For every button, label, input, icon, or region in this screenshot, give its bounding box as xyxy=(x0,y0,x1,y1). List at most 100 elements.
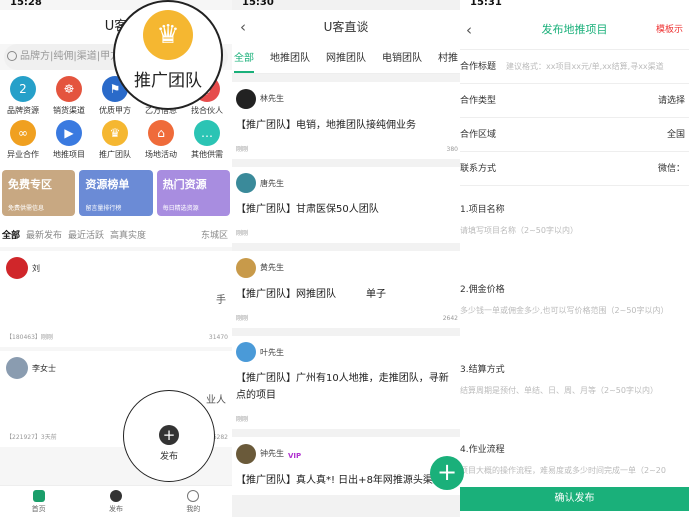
publish-form-screen: 15:31 ‹ 发布地推项目 模板示 合作标题 建议格式：xx项目xx元/单,xx… xyxy=(460,0,689,517)
feed-tabs: 全部 最新发布 最近活跃 高真实度 东城区 xyxy=(0,222,232,247)
tab-publish-label: 发布 xyxy=(108,505,123,513)
field-value: 请选择 xyxy=(657,96,685,106)
category-item[interactable]: ☸ 销货渠道 xyxy=(46,76,92,120)
search-icon xyxy=(7,51,17,61)
form-sections: 1.项目名称 请填写项目名称（2~50字以内） 2.佣金价格 多少钱一单或佣金多少,也… xyxy=(460,186,689,506)
tab-3[interactable]: 电销团队 xyxy=(382,44,422,73)
section-placeholder: 多少钱一单或佣金多少,也可以写价格范围（2~50字以内） xyxy=(460,306,669,315)
header: ‹ U客直谈 xyxy=(232,10,460,44)
category-item[interactable]: ⌂ 场地活动 xyxy=(138,120,184,164)
form-row[interactable]: 合作区域 全国 xyxy=(460,118,689,152)
poster-name: 李女士 xyxy=(32,363,56,373)
avatar xyxy=(236,443,256,464)
plus-icon: + xyxy=(159,425,179,445)
form-row[interactable]: 合作类型 请选择 xyxy=(460,84,689,118)
card-text: 手 xyxy=(216,295,226,306)
home-screen: 15:28 U客 品牌方|纯佣|渠道|甲方|广 2品牌资源☸销货渠道⚑优质甲方☺… xyxy=(0,0,232,517)
category-item[interactable]: ∞ 异业合作 xyxy=(0,120,46,164)
section-title: 1.项目名称 xyxy=(460,205,505,215)
vip-badge: VIP xyxy=(288,452,302,460)
category-item[interactable]: ▶ 地推项目 xyxy=(46,120,92,164)
status-time: 15:31 xyxy=(470,0,502,8)
category-tabs: 全部 地推团队 网推团队 电销团队 村推 xyxy=(232,44,460,74)
post-card[interactable]: 唐先生 【推广团队】甘肃医保50人团队 刚刚 xyxy=(232,166,460,243)
tab-home[interactable]: 首页 xyxy=(0,486,77,517)
home-icon xyxy=(32,490,45,502)
bottom-tab-bar: 首页 发布 我的 xyxy=(0,485,232,517)
poster-name: 钟先生 xyxy=(260,449,284,458)
status-time: 15:28 xyxy=(10,0,42,8)
tab-publish[interactable]: 发布 xyxy=(77,486,154,517)
category-item[interactable]: ♛ 推广团队 xyxy=(92,120,138,164)
avatar xyxy=(236,342,256,362)
back-icon[interactable]: ‹ xyxy=(240,10,246,44)
tab-1[interactable]: 地推团队 xyxy=(270,44,310,73)
category-icon: ⌂ xyxy=(148,120,174,146)
chat-list-screen: 15:30 ‹ U客直谈 全部 地推团队 网推团队 电销团队 村推 林先生 【推广团队】电… xyxy=(232,0,460,517)
view-count: 380 xyxy=(446,145,458,153)
callout-label: 推广团队 xyxy=(134,71,202,91)
feed-tab[interactable]: 高真实度 xyxy=(110,228,146,241)
banner-card[interactable]: 热门资源 每日精选资源 xyxy=(156,170,230,216)
field-label: 合作区域 xyxy=(460,130,497,140)
section-title: 2.佣金价格 xyxy=(460,285,505,295)
section-title: 3.结算方式 xyxy=(460,365,505,375)
post-title: 【推广团队】真人真*! 日出+8年网推源头渠道 xyxy=(236,474,443,486)
banner-title: 免费专区 xyxy=(8,178,52,191)
status-bar: 15:30 xyxy=(232,0,460,10)
category-label: 找合伙人 xyxy=(191,106,223,115)
tab-2[interactable]: 网推团队 xyxy=(326,44,366,73)
avatar xyxy=(6,357,28,379)
feed-tab[interactable]: 最新发布 xyxy=(26,228,62,241)
field-label: 合作标题 xyxy=(460,62,497,72)
post-card[interactable]: 叶先生 【推广团队】广州有10人地推，走推团队，寻新点的项目 刚刚 xyxy=(232,335,460,429)
feed-tab[interactable]: 最近活跃 xyxy=(68,228,104,241)
post-card[interactable]: 黄先生 【推广团队】网推团队 单子 刚刚 2642 xyxy=(232,251,460,328)
card-id: 【180463】刚刚 xyxy=(6,334,53,341)
view-count: 2642 xyxy=(442,314,458,322)
card-id: 【221927】3天前 xyxy=(6,434,57,441)
add-post-button[interactable]: + xyxy=(430,456,464,490)
status-bar: 15:31 xyxy=(460,0,689,10)
post-card[interactable]: 林先生 【推广团队】电销，地推团队接纯佣业务 刚刚 380 xyxy=(232,82,460,159)
promo-team-zoom-callout[interactable]: ♛ 推广团队 xyxy=(113,0,223,110)
tab-4[interactable]: 村推 xyxy=(438,44,458,73)
poster-name: 林先生 xyxy=(260,94,284,103)
feed-card[interactable]: 刘手【180463】刚刚 31470 xyxy=(0,251,232,347)
poster-name: 黄先生 xyxy=(260,263,284,272)
submit-button[interactable]: 确认发布 xyxy=(460,487,689,511)
category-item[interactable]: 2 品牌资源 xyxy=(0,76,46,120)
avatar xyxy=(6,257,28,279)
tab-me[interactable]: 我的 xyxy=(155,486,232,517)
template-link[interactable]: 模板示 xyxy=(656,10,683,50)
form-section[interactable]: 3.结算方式 结算周期是预付、单结、日、周、月等（2~50字以内） xyxy=(460,346,689,426)
plus-icon xyxy=(109,490,122,502)
category-label: 推广团队 xyxy=(99,150,131,159)
post-card[interactable]: 钟先生 VIP 【推广团队】真人真*! 日出+8年网推源头渠道 xyxy=(232,437,460,495)
banner-card[interactable]: 资源榜单 留言量排行榜 xyxy=(79,170,153,216)
category-icon: 2 xyxy=(10,76,36,102)
banner-subtitle: 免费供需信息 xyxy=(8,205,45,212)
form-section[interactable]: 2.佣金价格多少钱一单或佣金多少,也可以写价格范围（2~50字以内） xyxy=(460,266,689,346)
banner-card[interactable]: 免费专区免费供需信息 xyxy=(2,170,76,216)
publish-zoom-callout[interactable]: + 发布 xyxy=(123,390,215,482)
region-filter[interactable]: 东城区 xyxy=(201,228,228,241)
status-time: 15:30 xyxy=(242,0,274,8)
field-placeholder: 建议格式：xx项目xx元/单,xx结算,寻xx渠道 xyxy=(506,62,664,71)
form-row[interactable]: 合作标题 建议格式：xx项目xx元/单,xx结算,寻xx渠道 xyxy=(460,50,689,84)
section-placeholder: 项目大概的操作流程，难易度或多少时间完成一单（2~20 xyxy=(460,466,666,475)
page-title: U客直谈 xyxy=(323,20,369,34)
tab-0[interactable]: 全部 xyxy=(234,44,254,73)
category-icon: … xyxy=(194,120,220,146)
feed-tab[interactable]: 全部 xyxy=(2,228,20,241)
post-title: 【推广团队】网推团队 单子 xyxy=(236,288,386,300)
form-row[interactable]: 联系方式 微信： xyxy=(460,152,689,186)
form-section[interactable]: 1.项目名称 请填写项目名称（2~50字以内） xyxy=(460,186,689,266)
form-rows: 合作标题 建议格式：xx项目xx元/单,xx结算,寻xx渠道 合作类型 请选择 合作区域… xyxy=(460,50,689,186)
tab-me-label: 我的 xyxy=(186,505,201,513)
back-icon[interactable]: ‹ xyxy=(466,10,472,50)
category-item[interactable]: … 其他供需 xyxy=(184,120,230,164)
poster-name: 唐先生 xyxy=(260,178,284,188)
category-icon: ☸ xyxy=(56,76,82,102)
field-label: 联系方式 xyxy=(460,164,497,174)
